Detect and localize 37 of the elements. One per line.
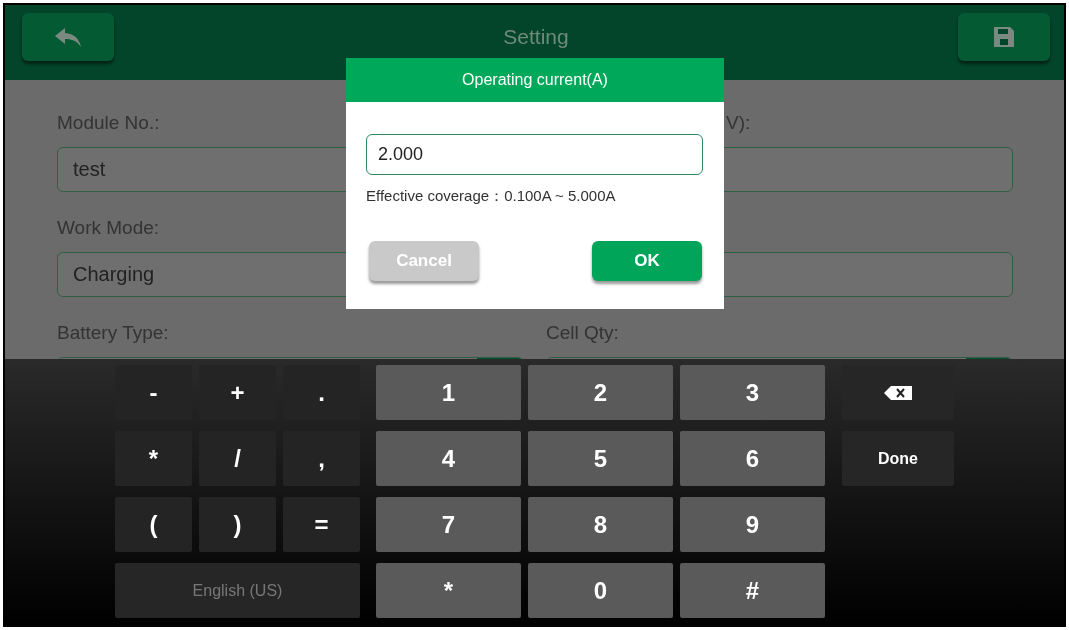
keyboard-key[interactable]: 8 xyxy=(528,497,673,552)
keyboard-key[interactable]: 1 xyxy=(376,365,521,420)
backspace-icon xyxy=(884,385,912,400)
save-icon xyxy=(992,24,1016,49)
keyboard-key[interactable]: . xyxy=(283,365,360,420)
keyboard-key[interactable]: - xyxy=(115,365,192,420)
keyboard-key[interactable]: 5 xyxy=(528,431,673,486)
field-label: Module No.: xyxy=(57,112,161,135)
keyboard-key[interactable]: / xyxy=(199,431,276,486)
keyboard-key[interactable]: 2 xyxy=(528,365,673,420)
keyboard-key[interactable]: # xyxy=(680,563,825,618)
field-value: test xyxy=(73,158,106,181)
field-label: Battery Type: xyxy=(57,322,170,345)
keyboard-key[interactable]: * xyxy=(376,563,521,618)
dialog-title: Operating current(A) xyxy=(346,58,724,102)
keyboard-key[interactable]: = xyxy=(283,497,360,552)
keyboard-key[interactable]: 0 xyxy=(528,563,673,618)
keyboard-key[interactable]: + xyxy=(199,365,276,420)
field-value: Charging xyxy=(73,263,155,286)
field-label: Cell Qty: xyxy=(546,322,620,345)
keyboard-key[interactable]: * xyxy=(115,431,192,486)
keyboard-key[interactable]: , xyxy=(283,431,360,486)
keyboard-key[interactable]: ( xyxy=(115,497,192,552)
keyboard-key[interactable]: ) xyxy=(199,497,276,552)
keyboard-key[interactable]: 4 xyxy=(376,431,521,486)
keyboard-key[interactable]: 9 xyxy=(680,497,825,552)
save-button[interactable] xyxy=(958,12,1050,61)
done-key[interactable]: Done xyxy=(842,431,954,486)
screen-title: Setting xyxy=(503,24,569,49)
field-label: V): xyxy=(725,112,752,135)
keyboard-key[interactable]: 6 xyxy=(680,431,825,486)
back-button[interactable] xyxy=(22,12,114,61)
value-field[interactable]: 2.000 xyxy=(366,134,703,175)
keyboard-key[interactable]: 7 xyxy=(376,497,521,552)
keyboard-key[interactable]: 3 xyxy=(680,365,825,420)
back-arrow-icon xyxy=(54,25,82,48)
field-label: Work Mode: xyxy=(57,217,161,240)
